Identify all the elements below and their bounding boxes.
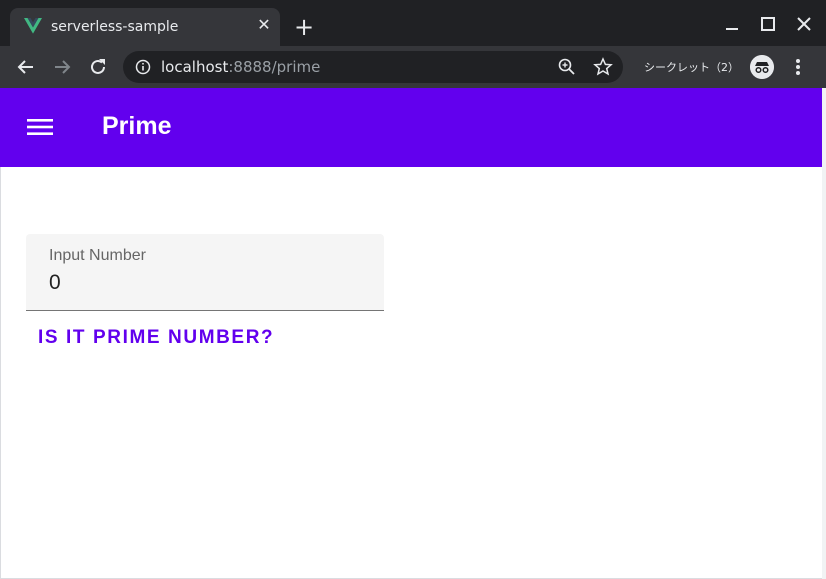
number-input-field[interactable]: Input Number 0 xyxy=(26,234,384,311)
browser-tab-strip: serverless-sample ✕ + xyxy=(0,0,826,46)
tab-title: serverless-sample xyxy=(51,19,179,35)
window-close-icon[interactable] xyxy=(792,12,816,36)
main-content xyxy=(0,167,822,579)
url-path: :8888/prime xyxy=(228,58,321,76)
info-icon[interactable] xyxy=(135,59,151,75)
input-label: Input Number xyxy=(49,247,146,264)
forward-arrow-icon[interactable] xyxy=(50,55,74,79)
app-bar: Prime xyxy=(0,88,822,167)
minimize-icon[interactable] xyxy=(720,12,744,36)
reload-icon[interactable] xyxy=(86,55,110,79)
zoom-icon[interactable] xyxy=(557,57,577,77)
url-text[interactable]: localhost:8888/prime xyxy=(161,58,320,76)
address-bar[interactable]: localhost:8888/prime xyxy=(123,51,623,83)
incognito-icon[interactable] xyxy=(750,55,774,79)
back-arrow-icon[interactable] xyxy=(14,55,38,79)
incognito-label[interactable]: シークレット（2） xyxy=(644,59,739,75)
browser-toolbar: localhost:8888/prime シークレット（2） xyxy=(0,46,826,88)
check-prime-button[interactable]: IS IT PRIME NUMBER? xyxy=(26,318,280,358)
vue-logo-icon xyxy=(24,18,42,34)
hamburger-menu-icon[interactable] xyxy=(27,115,53,139)
star-icon[interactable] xyxy=(593,57,613,77)
tab-close-icon[interactable]: ✕ xyxy=(254,16,274,36)
number-input[interactable]: 0 xyxy=(49,271,61,295)
browser-tab[interactable]: serverless-sample ✕ xyxy=(10,8,280,46)
new-tab-button[interactable]: + xyxy=(292,15,316,39)
maximize-icon[interactable] xyxy=(756,12,780,36)
url-host: localhost xyxy=(161,58,229,76)
page-title: Prime xyxy=(102,112,172,140)
more-vert-icon[interactable] xyxy=(788,55,808,79)
window-edge xyxy=(822,88,826,579)
